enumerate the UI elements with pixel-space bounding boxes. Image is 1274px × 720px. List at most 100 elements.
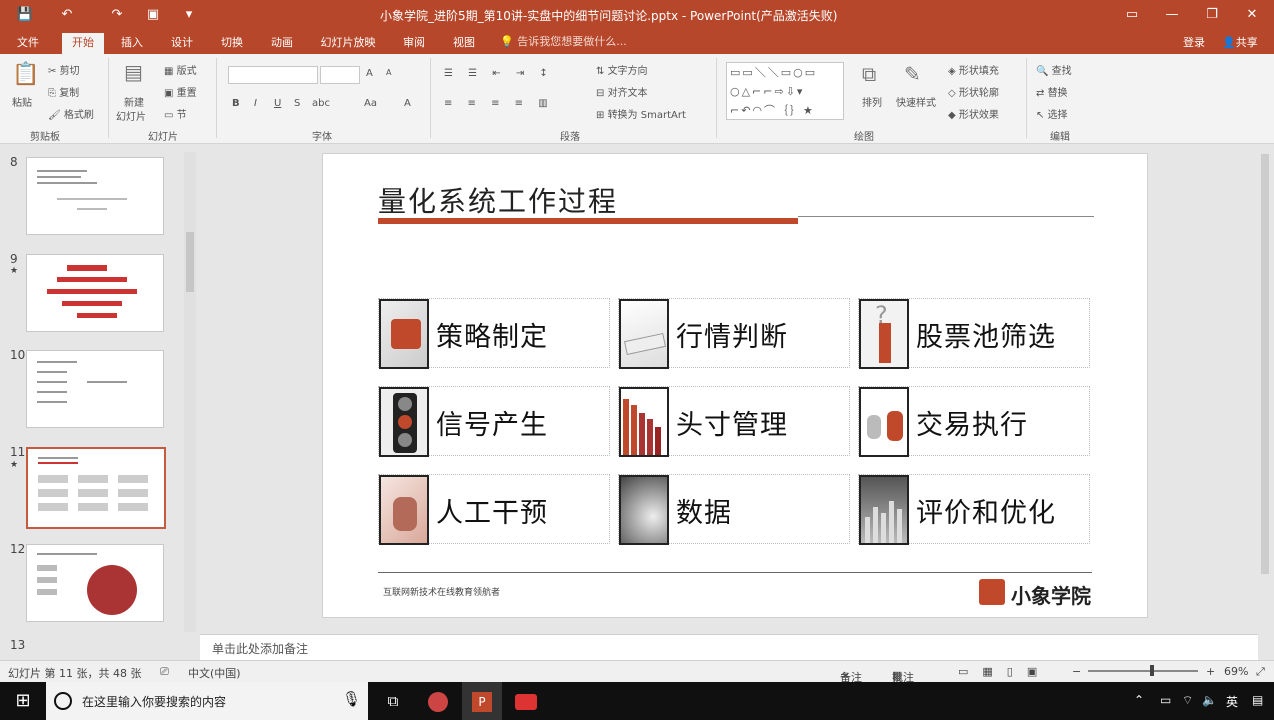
scroll-thumb[interactable] (186, 232, 194, 292)
spell-check-icon[interactable]: ⎚ (160, 665, 169, 679)
shape-fill-button[interactable]: ◈ 形状填充 (948, 62, 999, 77)
windows-start-icon[interactable]: ⊞ (6, 682, 40, 720)
character-spacing-button[interactable]: abc (312, 98, 330, 109)
select-button[interactable]: ↖ 选择 (1036, 106, 1068, 121)
login-link[interactable]: 登录 (1183, 34, 1205, 50)
slide-scrollbar[interactable] (1258, 152, 1272, 632)
wifi-icon[interactable]: ⌔ (1182, 693, 1193, 708)
font-color-button[interactable]: A (404, 98, 411, 109)
save-icon[interactable]: 💾 (14, 5, 36, 25)
notes-pane[interactable]: 单击此处添加备注 (200, 634, 1258, 660)
quick-styles-button[interactable]: 快速样式 (896, 94, 936, 109)
process-card[interactable]: 策略制定 (378, 298, 610, 369)
process-card[interactable]: 行情判断 (618, 298, 850, 369)
process-card[interactable]: 信号产生 (378, 386, 610, 457)
new-slide-icon[interactable]: ▤ (124, 60, 143, 84)
app-icon-recorder[interactable] (506, 682, 546, 720)
slide-thumbnail-12[interactable] (26, 544, 164, 622)
format-painter-button[interactable]: 🖌 格式刷 (48, 106, 94, 121)
tab-review[interactable]: 审阅 (394, 33, 434, 54)
strikethrough-button[interactable]: S (294, 98, 300, 109)
tray-chevron-icon[interactable]: ⌃ (1134, 693, 1144, 707)
underline-button[interactable]: U (274, 98, 281, 109)
process-card[interactable]: 头寸管理 (618, 386, 850, 457)
slide-thumbnail-8[interactable] (26, 157, 164, 235)
app-icon-powerpoint[interactable]: P (462, 682, 502, 720)
bold-button[interactable]: B (232, 98, 240, 109)
tab-home[interactable]: 开始 (62, 33, 104, 54)
section-button[interactable]: ▭ 节 (164, 106, 187, 121)
process-card[interactable]: 数据 (618, 474, 850, 545)
microphone-icon[interactable]: 🎙 (342, 690, 361, 708)
zoom-level[interactable]: 69% (1224, 665, 1248, 678)
zoom-slider-thumb[interactable] (1150, 665, 1154, 676)
language-indicator[interactable]: 中文(中国) (188, 665, 241, 681)
tab-file[interactable]: 文件 (8, 33, 48, 54)
ribbon-display-icon[interactable]: ▭ (1120, 5, 1144, 25)
smartart-button[interactable]: ⊞ 转换为 SmartArt (596, 106, 686, 121)
tab-slideshow[interactable]: 幻灯片放映 (312, 33, 384, 54)
thumbnail-scrollbar[interactable] (184, 152, 196, 632)
notification-icon[interactable]: ▤ (1252, 693, 1263, 707)
zoom-in-button[interactable]: + (1206, 665, 1215, 678)
network-icon[interactable]: ▭ (1160, 693, 1171, 707)
zoom-slider[interactable] (1088, 670, 1198, 672)
new-slide-button-2[interactable]: 幻灯片 (116, 108, 146, 123)
slide-thumbnail-9[interactable] (26, 254, 164, 332)
zoom-out-button[interactable]: − (1072, 665, 1081, 678)
share-button[interactable]: 👤共享 (1222, 34, 1258, 50)
reset-button[interactable]: ▣ 重置 (164, 84, 197, 99)
view-buttons[interactable]: ▭▦▯▣ (958, 665, 1051, 678)
scroll-thumb[interactable] (1261, 154, 1269, 574)
process-card[interactable]: 评价和优化 (858, 474, 1090, 545)
italic-button[interactable]: I (254, 98, 257, 109)
find-button[interactable]: 🔍 查找 (1036, 62, 1072, 77)
arrange-button[interactable]: 排列 (862, 94, 882, 109)
shape-outline-button[interactable]: ◇ 形状轮廓 (948, 84, 999, 99)
paste-button[interactable]: 粘贴 (12, 94, 32, 109)
close-icon[interactable]: ✕ (1240, 5, 1264, 25)
restore-icon[interactable]: ❐ (1200, 5, 1224, 25)
customize-icon[interactable]: ▾ (178, 5, 200, 25)
taskbar-search[interactable]: 在这里输入你要搜索的内容 🎙 (46, 682, 368, 720)
new-slide-button[interactable]: 新建 (124, 94, 144, 109)
present-icon[interactable]: ▣ (142, 5, 164, 25)
task-view-icon[interactable]: ⧉ (376, 682, 410, 720)
text-direction-button[interactable]: ⇅ 文字方向 (596, 62, 648, 77)
process-card[interactable]: 人工干预 (378, 474, 610, 545)
tab-transitions[interactable]: 切换 (212, 33, 252, 54)
undo-icon[interactable]: ↶ (56, 5, 78, 25)
tell-me-input[interactable]: 💡 告诉我您想要做什么... (500, 33, 627, 49)
minimize-icon[interactable]: — (1160, 5, 1184, 25)
tab-animations[interactable]: 动画 (262, 33, 302, 54)
process-card[interactable]: ? 股票池筛选 (858, 298, 1090, 369)
layout-button[interactable]: ▦ 版式 (164, 62, 197, 77)
slide-title[interactable]: 量化系统工作过程 (378, 180, 618, 220)
slide-thumbnail-11[interactable] (26, 447, 166, 529)
align-buttons[interactable]: ≡ ≡ ≡ ≡ ▥ (444, 98, 554, 109)
font-grow-button[interactable]: A (366, 68, 373, 79)
tab-insert[interactable]: 插入 (112, 33, 152, 54)
tab-design[interactable]: 设计 (162, 33, 202, 54)
font-size-select[interactable] (320, 66, 360, 84)
arrange-icon[interactable]: ⧉ (862, 62, 876, 86)
volume-icon[interactable]: 🔈 (1202, 693, 1217, 707)
font-family-select[interactable] (228, 66, 318, 84)
copy-button[interactable]: ⎘ 复制 (48, 84, 79, 99)
font-shrink-button[interactable]: A (386, 68, 391, 77)
quick-styles-icon[interactable]: ✎ (904, 62, 921, 86)
slide-thumbnail-10[interactable] (26, 350, 164, 428)
app-icon-chrome[interactable] (418, 682, 458, 720)
paste-icon[interactable]: 📋 (12, 62, 39, 87)
list-buttons[interactable]: ☰ ☰ ⇤ ⇥ ↕ (444, 68, 554, 79)
tab-view[interactable]: 视图 (444, 33, 484, 54)
cut-button[interactable]: ✂ 剪切 (48, 62, 80, 77)
fit-slide-icon[interactable]: ⤢ (1256, 665, 1265, 679)
shape-effects-button[interactable]: ◆ 形状效果 (948, 106, 999, 121)
align-text-button[interactable]: ⊟ 对齐文本 (596, 84, 648, 99)
change-case-button[interactable]: Aa (364, 98, 377, 109)
redo-icon[interactable]: ↷ (106, 5, 128, 25)
ime-indicator[interactable]: 英 (1226, 693, 1238, 710)
process-card[interactable]: 交易执行 (858, 386, 1090, 457)
shapes-gallery[interactable]: ▭▭＼＼▭○▭ ○△⌐⌐⇨⇩▾ ⌐↶◠⌒｛｝★ (726, 62, 844, 120)
